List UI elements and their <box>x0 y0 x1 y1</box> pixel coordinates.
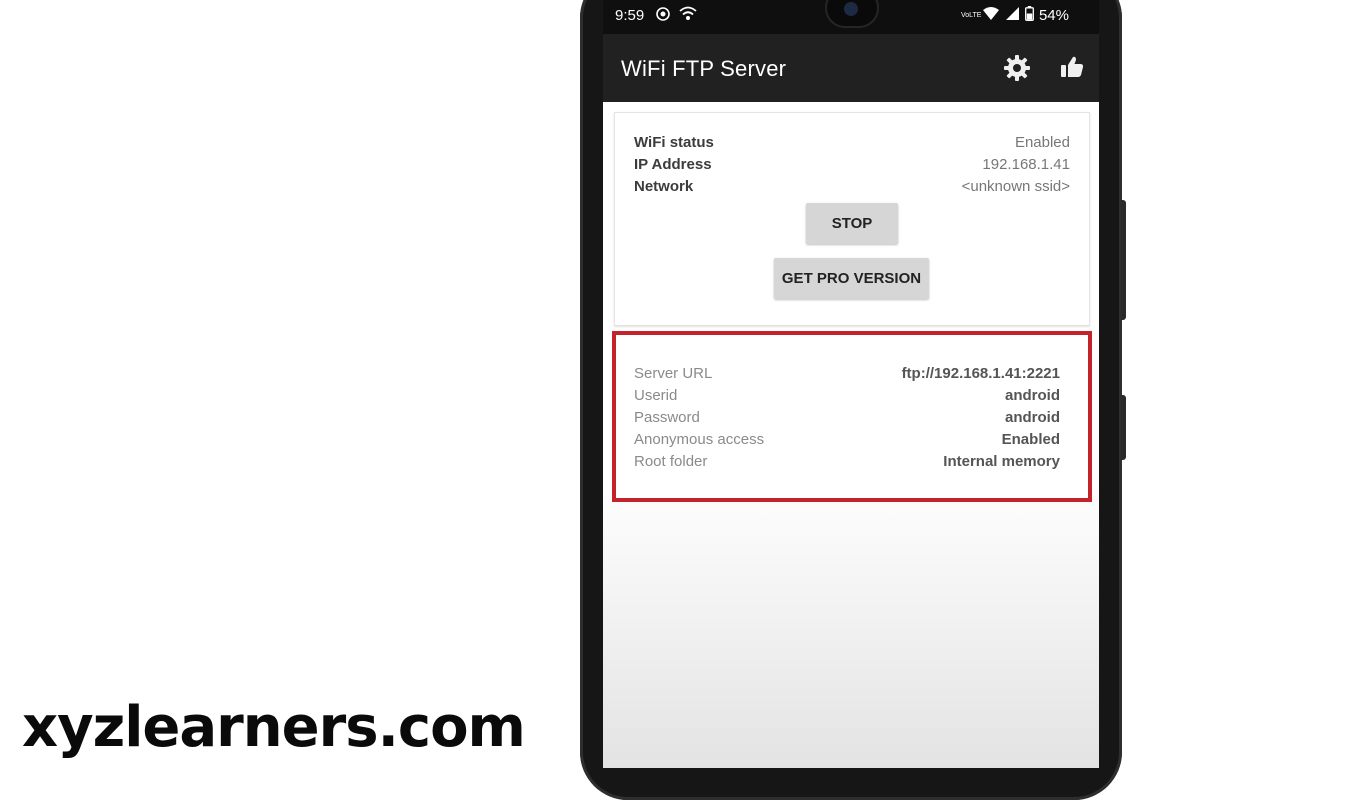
root-folder-value: Internal memory <box>943 453 1060 470</box>
anonymous-access-row: Anonymous access Enabled <box>634 431 1060 453</box>
stop-button[interactable]: STOP <box>806 203 898 244</box>
userid-row: Userid android <box>634 387 1060 409</box>
watermark: xyzlearners.com <box>22 695 526 760</box>
volte-label: VoLTE <box>960 11 982 19</box>
password-value: android <box>1005 409 1060 426</box>
network-value: <unknown ssid> <box>961 178 1070 195</box>
phone-screen: 9:59 VoLTE 54% WiFi FTP Server WiFi stat… <box>603 0 1099 768</box>
wifi-signal-icon <box>982 6 1000 25</box>
server-url-label: Server URL <box>634 365 713 382</box>
status-bar: 9:59 VoLTE 54% <box>603 0 1099 34</box>
app-bar: WiFi FTP Server <box>603 34 1099 102</box>
get-pro-version-button[interactable]: GET PRO VERSION <box>774 258 929 299</box>
wifi-status-label: WiFi status <box>634 134 714 151</box>
wifi-status-card: WiFi status Enabled IP Address 192.168.1… <box>614 112 1090 326</box>
wifi-status-icon <box>679 6 697 26</box>
front-camera <box>825 0 879 28</box>
cell-signal-icon <box>1005 6 1020 25</box>
root-folder-label: Root folder <box>634 453 708 470</box>
server-url-row: Server URL ftp://192.168.1.41:2221 <box>634 365 1060 387</box>
wifi-status-value: Enabled <box>1014 134 1070 151</box>
userid-label: Userid <box>634 387 678 404</box>
userid-value: android <box>1005 387 1060 404</box>
battery-icon <box>1025 6 1034 25</box>
anonymous-access-label: Anonymous access <box>634 431 765 448</box>
power-button <box>1121 395 1126 460</box>
password-row: Password android <box>634 409 1060 431</box>
battery-percent: 54% <box>1038 7 1069 24</box>
sync-icon <box>655 6 671 26</box>
wifi-status-row: WiFi status Enabled <box>634 134 1070 156</box>
thumbs-up-icon[interactable] <box>1059 54 1087 82</box>
app-title: WiFi FTP Server <box>621 56 787 81</box>
root-folder-row: Root folder Internal memory <box>634 453 1060 475</box>
network-row: Network <unknown ssid> <box>634 178 1070 200</box>
gear-icon[interactable] <box>1003 54 1031 82</box>
server-url-value: ftp://192.168.1.41:2221 <box>901 365 1060 382</box>
password-label: Password <box>634 409 700 426</box>
status-time: 9:59 <box>615 7 645 24</box>
ip-address-value: 192.168.1.41 <box>982 156 1070 173</box>
volume-button <box>1121 200 1126 320</box>
ip-address-label: IP Address <box>634 156 712 173</box>
server-info-highlight: Server URL ftp://192.168.1.41:2221 Useri… <box>612 331 1092 502</box>
anonymous-access-value: Enabled <box>1001 431 1060 448</box>
ip-address-row: IP Address 192.168.1.41 <box>634 156 1070 178</box>
network-label: Network <box>634 178 694 195</box>
